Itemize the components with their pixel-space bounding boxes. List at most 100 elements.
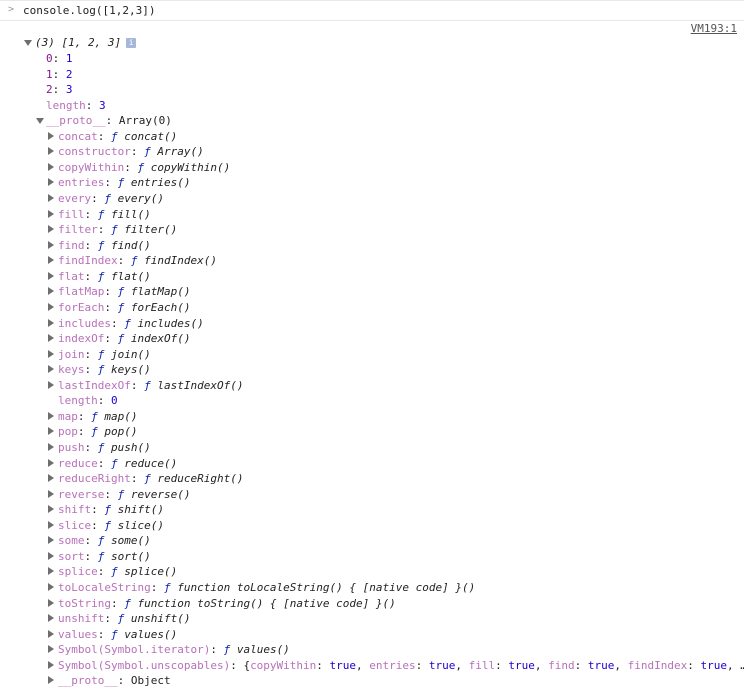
proto-method-splice[interactable]: splice: ƒ splice() [58,564,177,579]
expand-method-triangle-icon[interactable] [48,349,54,358]
proto-method-find[interactable]: find: ƒ find() [58,238,151,253]
unscopable-value: true [428,658,456,672]
proto-method-join[interactable]: join: ƒ join() [58,347,151,362]
proto-method-includes[interactable]: includes: ƒ includes() [58,316,204,331]
proto-method-tostring[interactable]: toString: ƒ function toString() { [nativ… [58,596,396,611]
proto-method-map[interactable]: map: ƒ map() [58,409,138,424]
expand-method-triangle-icon[interactable] [48,458,54,467]
expand-array-triangle-icon[interactable] [24,40,32,46]
proto-method-flat[interactable]: flat: ƒ flat() [58,269,151,284]
index-value: 2 [65,67,73,81]
symbol-unscopables-row[interactable]: Symbol(Symbol.unscopables): {copyWithin:… [58,658,744,673]
proto-method-foreach[interactable]: forEach: ƒ forEach() [58,300,190,315]
symbol-iterator-row[interactable]: Symbol(Symbol.iterator): ƒ values() [58,642,290,657]
proto-method-lastindexof[interactable]: lastIndexOf: ƒ lastIndexOf() [58,378,243,393]
expand-method-triangle-icon[interactable] [48,209,54,218]
unscopable-value: true [329,658,357,672]
inner-proto-row[interactable]: __proto__: Object [58,673,171,688]
expand-method-triangle-icon[interactable] [48,567,54,576]
proto-method-concat[interactable]: concat: ƒ concat() [58,129,177,144]
proto-method-filter[interactable]: filter: ƒ filter() [58,222,177,237]
expand-method-triangle-icon[interactable] [48,302,54,311]
expand-method-triangle-icon[interactable] [48,489,54,498]
expand-method-triangle-icon[interactable] [48,318,54,327]
colon: : [77,425,92,439]
expand-method-triangle-icon[interactable] [48,614,54,623]
proto-method-entries[interactable]: entries: ƒ entries() [58,175,190,190]
function-signature: find() [111,238,151,252]
expand-inner-proto-triangle-icon[interactable] [48,676,54,685]
function-signature: fill() [111,207,151,221]
proto-method-keys[interactable]: keys: ƒ keys() [58,362,151,377]
proto-method-every[interactable]: every: ƒ every() [58,191,164,206]
function-icon: ƒ [117,285,131,299]
expand-method-triangle-icon[interactable] [48,598,54,607]
expand-method-triangle-icon[interactable] [48,256,54,265]
expand-method-triangle-icon[interactable] [48,147,54,156]
expand-method-triangle-icon[interactable] [48,334,54,343]
proto-method-reduce[interactable]: reduce: ƒ reduce() [58,456,177,471]
expand-method-triangle-icon[interactable] [48,365,54,374]
proto-method-pop[interactable]: pop: ƒ pop() [58,424,138,439]
expand-method-triangle-icon[interactable] [48,427,54,436]
proto-method-flatmap[interactable]: flatMap: ƒ flatMap() [58,284,190,299]
property-key: __proto__ [58,674,118,688]
expand-symbol-unscopables-triangle-icon[interactable] [48,660,54,669]
proto-method-fill[interactable]: fill: ƒ fill() [58,207,151,222]
array-summary[interactable]: (3) [1, 2, 3] i [35,35,137,50]
proto-method-values[interactable]: values: ƒ values() [58,627,177,642]
proto-method-copywithin[interactable]: copyWithin: ƒ copyWithin() [58,160,230,175]
colon: : [210,643,224,657]
expand-method-triangle-icon[interactable] [48,240,54,249]
proto-method-constructor[interactable]: constructor: ƒ Array() [58,144,204,159]
proto-method-some[interactable]: some: ƒ some() [58,533,151,548]
proto-method-sort[interactable]: sort: ƒ sort() [58,549,151,564]
array-index-row: 0: 1 [46,51,73,66]
expand-symbol-iterator-triangle-icon[interactable] [48,645,54,654]
expand-method-triangle-icon[interactable] [48,583,54,592]
property-key: values [58,627,98,641]
expand-method-triangle-icon[interactable] [48,505,54,514]
property-key: map [58,409,78,423]
expand-method-triangle-icon[interactable] [48,474,54,483]
proto-method-reverse[interactable]: reverse: ƒ reverse() [58,487,190,502]
function-signature: copyWithin() [150,160,231,174]
source-link[interactable]: VM193:1 [691,22,737,35]
function-signature: shift() [117,503,164,517]
info-icon[interactable]: i [126,38,137,48]
expand-proto-triangle-icon[interactable] [36,118,44,125]
expand-method-triangle-icon[interactable] [48,162,54,171]
proto-method-push[interactable]: push: ƒ push() [58,440,151,455]
proto-method-findindex[interactable]: findIndex: ƒ findIndex() [58,253,217,268]
function-signature: push() [111,441,151,454]
expand-method-triangle-icon[interactable] [48,194,54,203]
colon: : [124,160,138,174]
expand-method-triangle-icon[interactable] [48,178,54,187]
length-value: 3 [99,98,106,112]
property-key: concat [58,129,98,143]
expand-method-triangle-icon[interactable] [48,629,54,638]
expand-method-triangle-icon[interactable] [48,225,54,234]
expand-method-triangle-icon[interactable] [48,131,54,140]
proto-method-tolocalestring[interactable]: toLocaleString: ƒ function toLocaleStrin… [58,580,475,595]
proto-method-reduceright[interactable]: reduceRight: ƒ reduceRight() [58,471,243,486]
expand-method-triangle-icon[interactable] [48,411,54,420]
function-signature: filter() [124,223,178,237]
proto-method-slice[interactable]: slice: ƒ slice() [58,518,164,533]
proto-method-shift[interactable]: shift: ƒ shift() [58,502,164,517]
colon: : [687,658,701,672]
proto-method-indexof[interactable]: indexOf: ƒ indexOf() [58,331,190,346]
expand-method-triangle-icon[interactable] [48,443,54,451]
function-icon: ƒ [144,472,158,486]
expand-method-triangle-icon[interactable] [48,271,54,280]
proto-method-unshift[interactable]: unshift: ƒ unshift() [58,611,190,626]
expand-method-triangle-icon[interactable] [48,520,54,529]
expand-method-triangle-icon[interactable] [48,380,54,389]
expand-method-triangle-icon[interactable] [48,551,54,560]
colon: : [52,67,66,81]
expand-method-triangle-icon[interactable] [48,287,54,296]
property-key: slice [58,518,92,532]
expand-method-triangle-icon[interactable] [48,536,54,545]
separator: , [455,658,469,672]
proto-row[interactable]: __proto__: Array(0) [46,113,172,128]
